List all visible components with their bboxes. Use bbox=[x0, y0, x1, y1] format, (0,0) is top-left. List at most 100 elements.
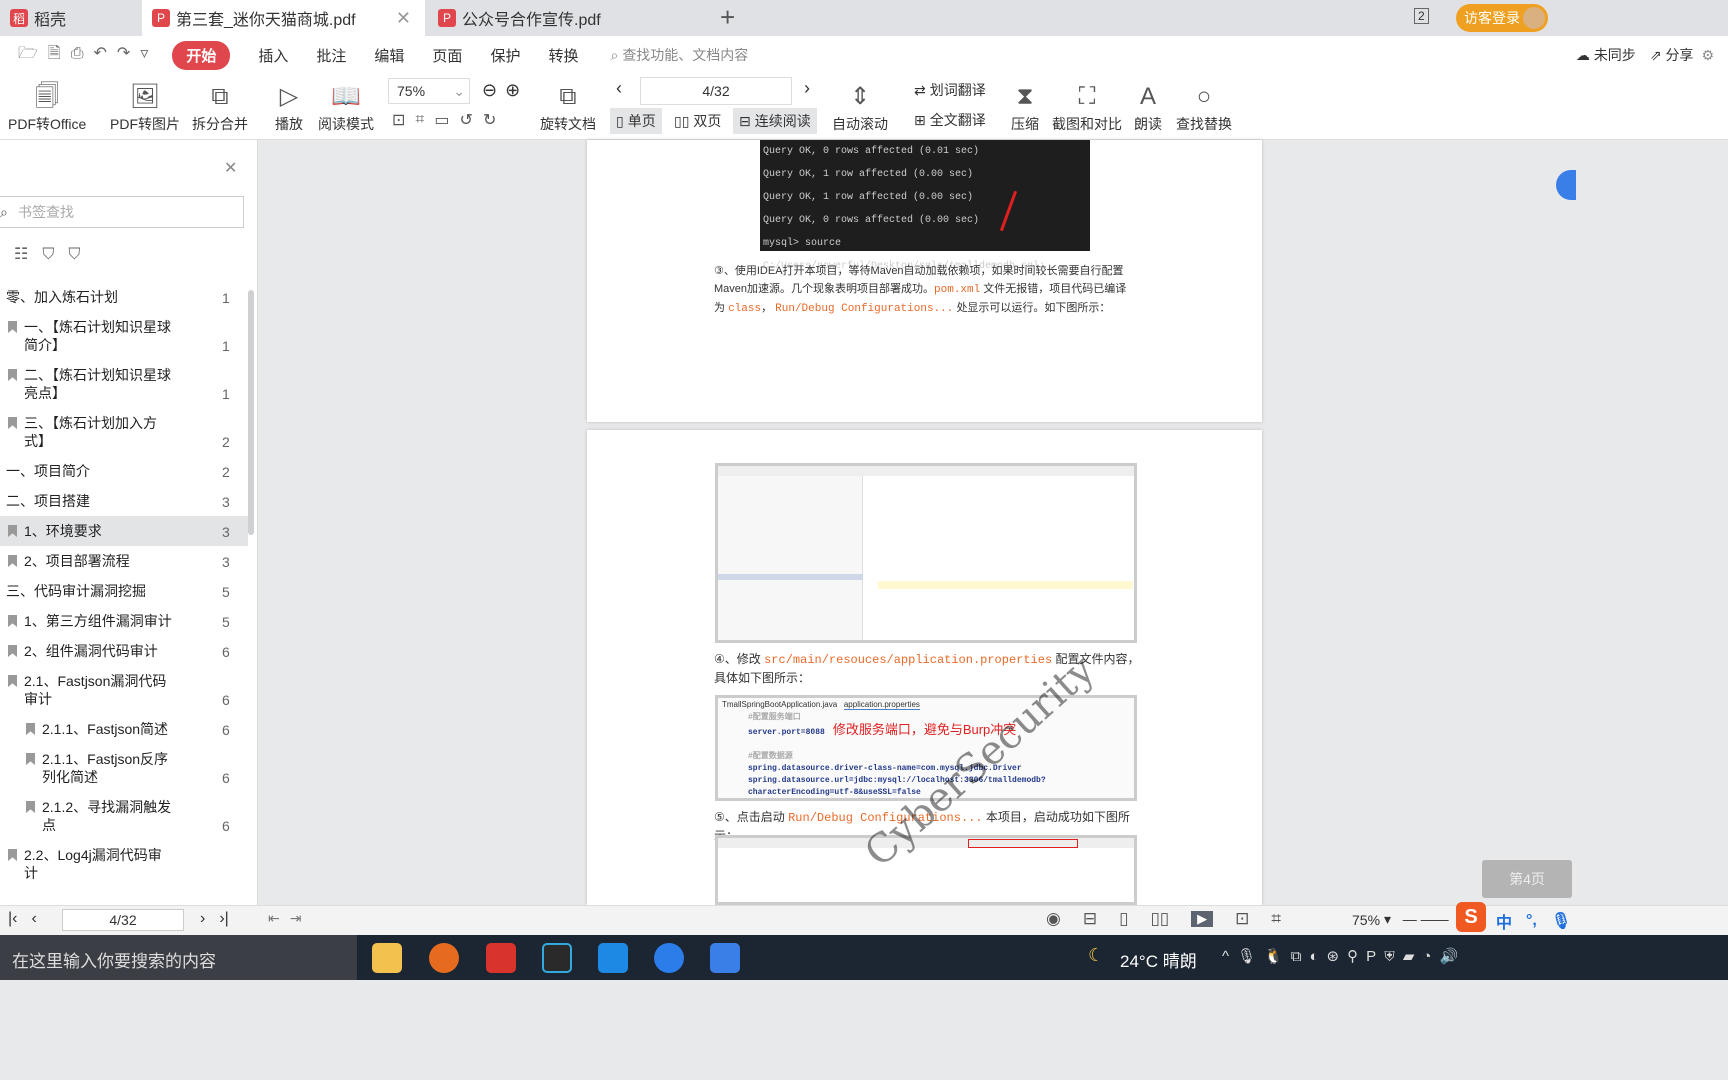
sogou-browser-icon[interactable] bbox=[654, 943, 684, 973]
fit-buttons[interactable]: ⊡ ⌗ ▭ ↺ ↻ bbox=[392, 110, 496, 130]
compress-button[interactable]: ⧗ 压缩 bbox=[1011, 80, 1039, 134]
bookmark-item[interactable]: 二、【炼石计划知识星球亮点】 1 bbox=[0, 360, 248, 408]
split-merge-button[interactable]: ⧉ 拆分合并 bbox=[192, 80, 248, 134]
history-nav[interactable]: ⇤ ⇥ bbox=[268, 910, 301, 927]
microphone-icon[interactable]: 🎙 bbox=[1551, 911, 1571, 931]
fit-page-icon[interactable]: ⌗ bbox=[415, 111, 424, 129]
taskbar-search[interactable]: 在这里输入你要搜索的内容 bbox=[0, 935, 357, 980]
status-page-input[interactable]: 4/32 bbox=[62, 909, 184, 931]
quick-access-icons[interactable]: 🗁🗎⎙↶↷▿ bbox=[18, 42, 158, 69]
bookmark-item[interactable]: 2.1.1、Fastjson简述 6 bbox=[0, 714, 248, 744]
weather-text[interactable]: 24°C 晴朗 bbox=[1120, 947, 1197, 972]
status-zoom[interactable]: 75% ▾ — —— bbox=[1352, 911, 1449, 928]
play-icon[interactable]: ▶ bbox=[1191, 911, 1214, 927]
menu-convert[interactable]: 转换 bbox=[548, 45, 578, 66]
intellij-icon[interactable] bbox=[542, 943, 572, 973]
rotate-document-button[interactable]: ⧉ 旋转文档 bbox=[540, 80, 596, 134]
read-aloud-button[interactable]: A 朗读 bbox=[1134, 80, 1162, 134]
feishu-icon[interactable] bbox=[710, 943, 740, 973]
bookmark-item[interactable]: 三、【炼石计划加入方式】 2 bbox=[0, 408, 248, 456]
back-icon[interactable]: ⇤ bbox=[268, 910, 280, 927]
tab-pdf-2[interactable]: P 公众号合作宣传.pdf bbox=[428, 0, 708, 36]
firefox-icon[interactable] bbox=[429, 943, 459, 973]
bookmark-item[interactable]: 一、项目简介 2 bbox=[0, 456, 248, 486]
menu-page[interactable]: 页面 bbox=[432, 45, 462, 66]
continuous-read-button[interactable]: ⊟ 连续阅读 bbox=[733, 108, 817, 134]
tab-active-pdf[interactable]: P 第三套_迷你天猫商城.pdf ✕ bbox=[142, 0, 425, 36]
sidebar-scrollbar[interactable] bbox=[248, 290, 254, 535]
pdf-to-office-button[interactable]: 🗐 PDF转Office bbox=[8, 80, 86, 134]
tray-icons[interactable]: ^🎙🐧⧉◐⊛⚲P⛨▰◔🔊 bbox=[1222, 947, 1466, 965]
pdf-to-image-button[interactable]: 🖼 PDF转图片 bbox=[110, 80, 180, 134]
eye-protect-icon[interactable]: ◉ bbox=[1046, 909, 1061, 929]
prev-page-icon[interactable]: ‹ bbox=[31, 910, 36, 928]
menu-insert[interactable]: 插入 bbox=[258, 45, 288, 66]
next-page-icon[interactable]: › bbox=[200, 910, 205, 928]
file-explorer-icon[interactable] bbox=[372, 943, 402, 973]
bookmark-item[interactable]: 2.2、Log4j漏洞代码审计 bbox=[0, 840, 248, 888]
menu-protect[interactable]: 保护 bbox=[490, 45, 520, 66]
bookmark-item[interactable]: 2.1.1、Fastjson反序列化简述 6 bbox=[0, 744, 248, 792]
first-page-icon[interactable]: |‹ bbox=[8, 910, 17, 928]
wps-icon[interactable] bbox=[486, 943, 516, 973]
menu-edit[interactable]: 编辑 bbox=[374, 45, 404, 66]
bookmark-tools[interactable]: ☷⛉⛉ bbox=[14, 244, 94, 264]
bookmark-item[interactable]: 零、加入炼石计划 1 bbox=[0, 282, 248, 312]
actual-size-icon[interactable]: ⊡ bbox=[392, 110, 405, 130]
zoom-in-icon[interactable]: ⊕ bbox=[505, 80, 520, 101]
read-mode-button[interactable]: 📖 阅读模式 bbox=[318, 80, 374, 134]
sogou-ime-icon[interactable]: S bbox=[1456, 902, 1486, 932]
full-translate-button[interactable]: ⊞ 全文翻译 bbox=[914, 110, 986, 130]
nav-next-last[interactable]: › ›| bbox=[200, 910, 229, 928]
feature-search[interactable]: 查找功能、文档内容 bbox=[622, 45, 748, 65]
next-page-button[interactable]: › bbox=[804, 78, 810, 99]
rotate-right-icon[interactable]: ↻ bbox=[483, 110, 496, 130]
close-icon[interactable]: ✕ bbox=[224, 158, 237, 178]
zoom-buttons[interactable]: ⊖ ⊕ bbox=[482, 80, 520, 101]
forward-icon[interactable]: ⇥ bbox=[290, 910, 302, 927]
bookmark-item[interactable]: 1、环境要求 3 bbox=[0, 516, 248, 546]
bookmark-item[interactable]: 1、第三方组件漏洞审计 5 bbox=[0, 606, 248, 636]
continuous-icon[interactable]: ⊟ bbox=[1083, 909, 1097, 929]
sync-button[interactable]: ☁ 未同步 bbox=[1576, 45, 1636, 65]
prev-page-button[interactable]: ‹ bbox=[616, 78, 622, 99]
bookmark-search-input[interactable]: ⌕ 书签查找 bbox=[0, 196, 244, 228]
screenshot-compare-button[interactable]: ⛶ 截图和对比 bbox=[1052, 80, 1122, 134]
zoom-out-icon[interactable]: ⊖ bbox=[482, 80, 497, 101]
rotate-left-icon[interactable]: ↺ bbox=[460, 110, 473, 130]
play-button[interactable]: ▷ 播放 bbox=[275, 80, 303, 134]
fit-width-icon[interactable]: ▭ bbox=[434, 110, 449, 130]
page-input[interactable]: 4/32 bbox=[640, 77, 792, 105]
auto-scroll-button[interactable]: ⇕ 自动滚动 bbox=[832, 80, 888, 134]
bookmark-item[interactable]: 二、项目搭建 3 bbox=[0, 486, 248, 516]
share-button[interactable]: ⇗ 分享 bbox=[1650, 45, 1694, 65]
chinese-mode-icon[interactable]: 中 bbox=[1496, 909, 1512, 933]
app-icon[interactable] bbox=[598, 943, 628, 973]
bookmark-item[interactable]: 2.1.2、寻找漏洞触发点 6 bbox=[0, 792, 248, 840]
new-tab-button[interactable]: + bbox=[720, 2, 735, 33]
tab-docer[interactable]: 稻稻壳 bbox=[0, 0, 140, 36]
double-page-icon[interactable]: ▯▯ bbox=[1150, 909, 1169, 929]
nav-first-prev[interactable]: |‹ ‹ bbox=[8, 910, 37, 928]
window-count[interactable]: 2 bbox=[1414, 8, 1429, 24]
find-replace-button[interactable]: ○ 查找替换 bbox=[1176, 80, 1232, 134]
zoom-select[interactable]: 75% ⌄ bbox=[388, 78, 470, 104]
punctuation-icon[interactable]: °, bbox=[1526, 912, 1537, 930]
bookmark-item[interactable]: 一、【炼石计划知识星球简介】 1 bbox=[0, 312, 248, 360]
bookmark-item[interactable]: 2.1、Fastjson漏洞代码审计 6 bbox=[0, 666, 248, 714]
bookmark-item[interactable]: 2、项目部署流程 3 bbox=[0, 546, 248, 576]
menu-annotate[interactable]: 批注 bbox=[316, 45, 346, 66]
bookmark-item[interactable]: 2、组件漏洞代码审计 6 bbox=[0, 636, 248, 666]
view-controls[interactable]: ◉ ⊟ ▯ ▯▯ ▶ ⊡ ⌗ bbox=[1046, 909, 1281, 929]
settings-gear-icon[interactable]: ⚙ bbox=[1701, 47, 1714, 64]
single-page-icon[interactable]: ▯ bbox=[1119, 909, 1128, 929]
fit-page-icon[interactable]: ⌗ bbox=[1271, 909, 1281, 929]
side-assistant-button[interactable] bbox=[1556, 170, 1576, 200]
single-page-button[interactable]: ▯ 单页 bbox=[610, 108, 662, 134]
login-button[interactable]: 访客登录 bbox=[1456, 4, 1548, 32]
double-page-button[interactable]: ▯▯ 双页 bbox=[670, 108, 725, 134]
word-translate-button[interactable]: ⇄ 划词翻译 bbox=[914, 80, 986, 100]
ime-toolbar[interactable]: 中 °, 🎙 bbox=[1496, 909, 1571, 933]
last-page-icon[interactable]: ›| bbox=[219, 910, 228, 928]
close-icon[interactable]: ✕ bbox=[396, 8, 411, 29]
